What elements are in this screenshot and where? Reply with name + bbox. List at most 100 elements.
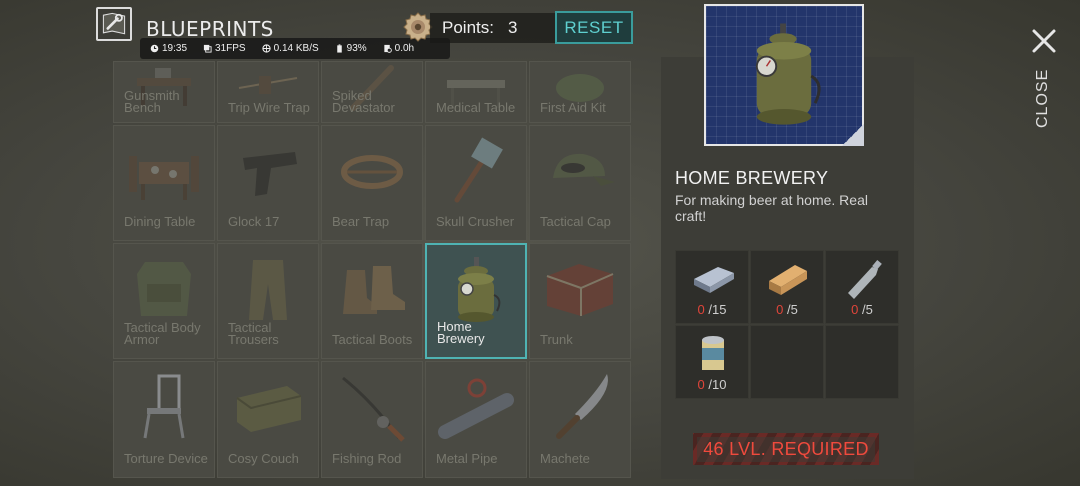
resource-need: /5 xyxy=(862,302,873,317)
resource-need: /10 xyxy=(708,377,727,392)
resource-need: /15 xyxy=(708,302,727,317)
torture-chair-icon xyxy=(125,372,203,442)
item-description: For making beer at home. Real craft! xyxy=(675,192,868,224)
resource-have: 0 xyxy=(776,302,784,317)
status-session: 0.0h xyxy=(383,43,414,54)
level-requirement-text: 46 LVL. REQUIRED xyxy=(697,436,875,462)
blueprint-item-label: Gunsmith Bench xyxy=(124,88,180,115)
blueprint-item-machete[interactable]: Machete xyxy=(529,361,631,478)
blueprint-item-medical-table[interactable]: Medical Table xyxy=(425,61,527,123)
bear-trap-icon xyxy=(333,136,411,206)
blueprint-item-label: Tactical Trousers xyxy=(228,320,279,347)
blueprint-item-bear-trap[interactable]: Bear Trap xyxy=(321,125,423,241)
status-fps: 31FPS xyxy=(203,43,246,54)
points-value: 3 xyxy=(507,18,518,37)
blueprint-wrench-icon xyxy=(96,7,132,41)
status-network: 0.14 KB/S xyxy=(261,43,319,54)
trunk-icon xyxy=(541,254,619,324)
globe-icon xyxy=(261,44,271,53)
status-time-value: 19:35 xyxy=(162,43,188,54)
blueprint-item-tactical-body-armor[interactable]: Tactical Body Armor xyxy=(113,243,215,359)
points-display: Points: 3 xyxy=(430,13,555,43)
trousers-icon xyxy=(229,254,307,324)
close-button-label[interactable]: CLOSE xyxy=(1034,69,1052,128)
blueprint-item-cosy-couch[interactable]: Cosy Couch xyxy=(217,361,319,478)
blueprint-item-glock-17[interactable]: Glock 17 xyxy=(217,125,319,241)
blueprint-item-tactical-cap[interactable]: Tactical Cap xyxy=(529,125,631,241)
blueprint-item-first-aid-kit[interactable]: First Aid Kit xyxy=(529,61,631,123)
resource-slot[interactable]: 0 /10 xyxy=(675,325,749,399)
plastic-bottle-icon xyxy=(838,255,888,301)
dining-table-icon xyxy=(125,136,203,206)
fps-icon xyxy=(203,44,212,53)
blueprint-item-trip-wire-trap[interactable]: Trip Wire Trap xyxy=(217,61,319,123)
blueprint-item-label: Dining Table xyxy=(124,214,196,229)
machete-icon xyxy=(541,372,619,442)
blueprint-item-label: Cosy Couch xyxy=(228,451,299,466)
status-session-value: 0.0h xyxy=(394,43,415,54)
resource-have: 0 xyxy=(697,377,705,392)
blueprint-item-label: Bear Trap xyxy=(332,214,390,229)
blueprint-item-label: Tactical Boots xyxy=(332,332,413,347)
resource-count: 0 /5 xyxy=(826,302,898,317)
reset-button[interactable]: RESET xyxy=(555,11,633,44)
blueprint-item-label: Spiked Devastator xyxy=(332,88,395,115)
resource-count: 0 /15 xyxy=(676,302,748,317)
resource-count: 0 /10 xyxy=(676,377,748,392)
resource-slot-empty xyxy=(825,325,899,399)
hammer-icon xyxy=(437,136,515,206)
pistol-icon xyxy=(229,136,307,206)
blueprint-item-tactical-boots[interactable]: Tactical Boots xyxy=(321,243,423,359)
blueprint-item-label: Glock 17 xyxy=(228,214,280,229)
blueprint-item-home-brewery[interactable]: Home Brewery xyxy=(425,243,527,359)
clock-icon xyxy=(150,44,159,53)
session-timer-icon xyxy=(383,44,392,53)
points-label: Points: xyxy=(442,18,494,37)
blueprint-item-label: Home Brewery xyxy=(437,319,485,346)
level-requirement-banner: 46 LVL. REQUIRED xyxy=(693,433,879,465)
resource-have: 0 xyxy=(697,302,705,317)
resource-count: 0 /5 xyxy=(751,302,823,317)
status-fps-value: 31FPS xyxy=(215,43,246,54)
resource-slot[interactable]: 0 /15 xyxy=(675,250,749,324)
wood-plank-icon xyxy=(763,255,813,301)
resource-slot[interactable]: 0 /5 xyxy=(825,250,899,324)
iron-bar-icon xyxy=(688,255,738,301)
blueprint-item-label: Skull Crusher xyxy=(436,214,515,229)
status-network-value: 0.14 KB/S xyxy=(273,43,319,54)
close-icon[interactable] xyxy=(1031,28,1057,54)
metal-pipe-icon xyxy=(437,372,515,442)
blueprint-item-label: Trip Wire Trap xyxy=(228,100,310,115)
blueprint-item-label: Fishing Rod xyxy=(332,451,402,466)
blueprint-item-trunk[interactable]: Trunk xyxy=(529,243,631,359)
blueprint-item-label: First Aid Kit xyxy=(540,100,606,115)
resource-have: 0 xyxy=(851,302,859,317)
brewery-icon xyxy=(437,255,515,325)
blueprint-item-label: Torture Device xyxy=(124,451,208,466)
item-title: HOME BREWERY xyxy=(675,168,829,188)
resource-slot-empty xyxy=(750,325,824,399)
blueprint-item-spiked-devastator[interactable]: Spiked Devastator xyxy=(321,61,423,123)
blueprint-item-gunsmith-bench[interactable]: Gunsmith Bench xyxy=(113,61,215,123)
blueprint-item-tactical-trousers[interactable]: Tactical Trousers xyxy=(217,243,319,359)
status-battery: 93% xyxy=(335,43,367,54)
fishing-rod-icon xyxy=(333,372,411,442)
blueprint-item-label: Tactical Body Armor xyxy=(124,320,201,347)
brewery-blueprint-icon xyxy=(704,4,864,146)
couch-icon xyxy=(229,372,307,442)
blueprint-item-skull-crusher[interactable]: Skull Crusher xyxy=(425,125,527,241)
battery-icon xyxy=(335,44,344,53)
resource-need: /5 xyxy=(787,302,798,317)
resource-requirements: 0 /15 0 /5 0 /5 0 /10 xyxy=(675,250,899,399)
blueprint-item-dining-table[interactable]: Dining Table xyxy=(113,125,215,241)
blueprint-item-fishing-rod[interactable]: Fishing Rod xyxy=(321,361,423,478)
status-battery-value: 93% xyxy=(346,43,367,54)
body-armor-icon xyxy=(125,254,203,324)
resource-slot[interactable]: 0 /5 xyxy=(750,250,824,324)
cap-icon xyxy=(541,136,619,206)
tin-can-icon xyxy=(688,330,738,376)
blueprint-item-label: Metal Pipe xyxy=(436,451,498,466)
blueprint-item-metal-pipe[interactable]: Metal Pipe xyxy=(425,361,527,478)
blueprint-grid: Gunsmith Bench Trip Wire Trap Spiked Dev… xyxy=(112,60,632,479)
blueprint-item-torture-device[interactable]: Torture Device xyxy=(113,361,215,478)
